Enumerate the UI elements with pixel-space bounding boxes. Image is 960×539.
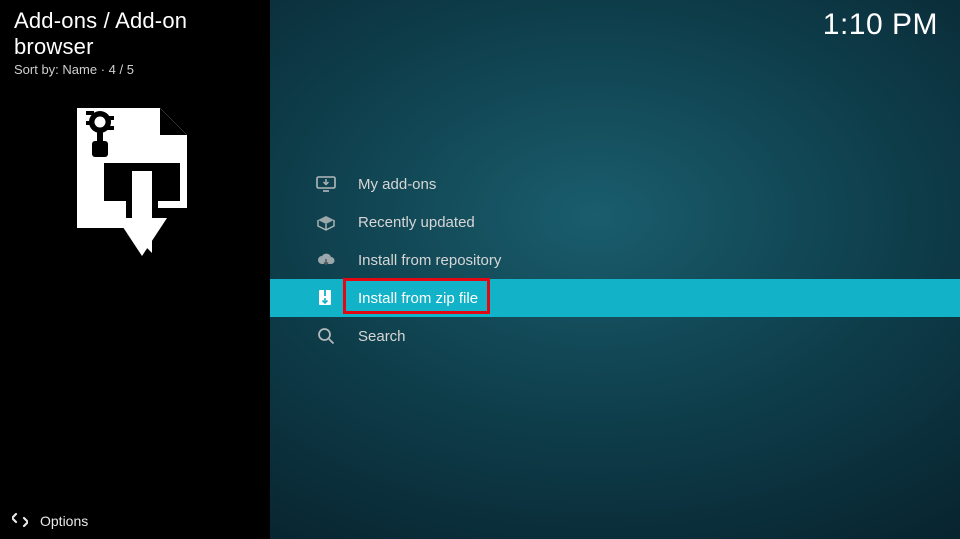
zip-file-download-graphic [72,108,192,263]
menu-item-install-from-zip-file[interactable]: Install from zip file [270,279,960,317]
menu-item-recently-updated[interactable]: Recently updated [270,203,960,241]
menu-item-label: My add-ons [358,176,436,193]
main-menu: My add-ons Recently updated Install from… [270,165,960,355]
menu-item-label: Recently updated [358,214,475,231]
menu-item-label: Install from repository [358,252,501,269]
options-label: Options [40,513,88,529]
sidebar: Add-ons / Add-on browser Sort by: Name ·… [0,0,270,539]
menu-item-my-addons[interactable]: My add-ons [270,165,960,203]
menu-item-label: Search [358,328,406,345]
monitor-download-icon [316,174,336,194]
clock: 1:10 PM [823,8,938,42]
menu-item-label: Install from zip file [358,290,478,307]
menu-item-install-from-repository[interactable]: Install from repository [270,241,960,279]
breadcrumb: Add-ons / Add-on browser [0,0,270,60]
options-arrows-icon [12,512,28,531]
menu-item-search[interactable]: Search [270,317,960,355]
options-button[interactable]: Options [0,503,270,539]
zip-download-icon [316,288,336,308]
box-open-icon [316,212,336,232]
sort-line: Sort by: Name · 4 / 5 [0,60,270,77]
cloud-download-icon [316,250,336,270]
search-icon [316,326,336,346]
app-screen: Add-ons / Add-on browser Sort by: Name ·… [0,0,960,539]
